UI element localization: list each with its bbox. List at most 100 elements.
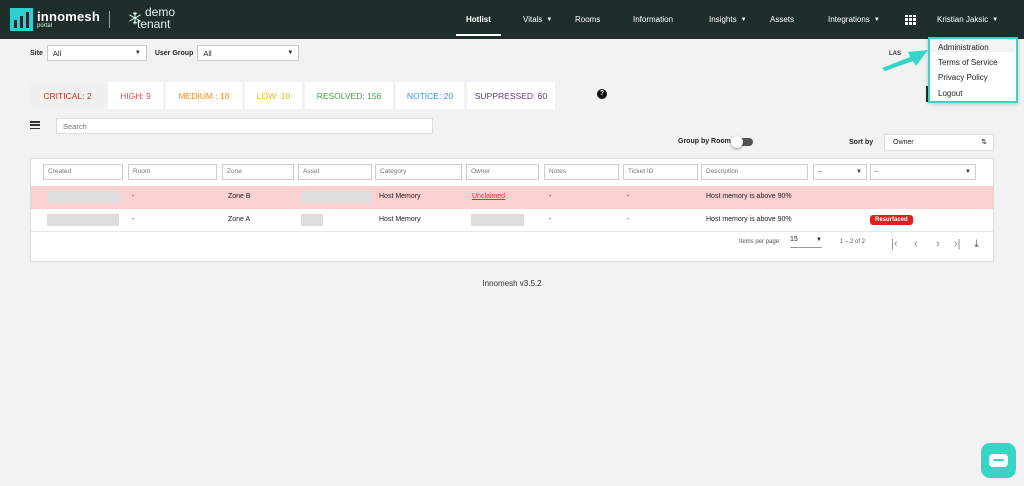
items-per-page-select[interactable]: 15 ▼ (790, 236, 822, 248)
site-select[interactable]: All ▼ (46, 45, 147, 61)
chevron-down-icon: ▼ (287, 50, 294, 56)
card-high[interactable]: HIGH: 9 (108, 82, 163, 109)
nav-hotlist-label: Hotlist (466, 15, 491, 24)
filter-asset[interactable]: Asset (298, 164, 372, 180)
site-label: Site (30, 49, 43, 57)
filter-notes[interactable]: Notes (544, 164, 619, 180)
card-resolved[interactable]: RESOLVED: 156 (305, 82, 393, 109)
grid-icon (905, 14, 916, 25)
nav-integrations-label: Integrations (828, 15, 870, 24)
nav-assets-label: Assets (770, 15, 795, 24)
category-cell: Host Memory (379, 216, 421, 223)
nav-information-label: Information (633, 15, 674, 24)
zone-cell: Zone A (228, 216, 251, 223)
card-critical[interactable]: CRITICAL: 2 (30, 82, 105, 109)
description-cell: Host memory is above 90% (706, 216, 792, 223)
sort-select-value: Owner (893, 139, 914, 146)
ticket-cell: - (627, 216, 630, 223)
apps-grid-button[interactable] (905, 0, 916, 39)
logo-name: innomesh (37, 9, 100, 24)
caret-down-icon: ▼ (740, 16, 747, 23)
nav-vitals[interactable]: Vitals ▼ (523, 0, 552, 39)
redacted-created (47, 191, 119, 203)
chat-support-button[interactable] (981, 443, 1016, 478)
menu-item-privacy-policy[interactable]: Privacy Policy (938, 73, 988, 82)
card-notice[interactable]: NOTICE: 20 (396, 82, 464, 109)
chevron-down-icon: ▼ (856, 169, 862, 175)
user-menu-toggle[interactable]: Kristian Jaksic ▼ (937, 0, 998, 39)
card-low[interactable]: LOW: 10 (245, 82, 302, 109)
filter-description-label: Description (706, 168, 739, 175)
nav-assets[interactable]: Assets (770, 0, 794, 39)
sort-select[interactable]: Owner ⇅ (884, 134, 994, 151)
filter-asset-label: Asset (303, 168, 320, 175)
ticket-cell: - (627, 193, 630, 200)
pagination-range: 1 – 2 of 2 (840, 239, 866, 245)
caret-down-icon: ▼ (992, 16, 999, 23)
filter-category-label: Category (380, 168, 407, 175)
help-icon[interactable]: ? (597, 89, 607, 99)
top-navbar: innomesh portal demo tenant Hotlist Vita… (0, 0, 1024, 39)
filter-ticket-id[interactable]: Ticket ID (623, 164, 698, 180)
nav-vitals-label: Vitals (523, 15, 543, 24)
search-input[interactable] (56, 118, 433, 134)
filter-tag-value: -- (875, 168, 880, 175)
redacted-asset (301, 191, 371, 203)
user-group-select[interactable]: All ▼ (197, 45, 300, 61)
filter-owner-label: Owner (471, 168, 491, 175)
caret-down-icon: ▼ (873, 16, 880, 23)
user-name: Kristian Jaksic (937, 15, 989, 24)
filter-description[interactable]: Description (701, 164, 808, 180)
owner-unclaimed-link[interactable]: Unclaimed (472, 193, 505, 200)
table-row[interactable]: - Zone A Host Memory - - Host memory is … (31, 209, 993, 232)
sort-direction-icon[interactable]: ⇅ (981, 138, 987, 146)
items-per-page-value: 15 (790, 236, 798, 243)
group-by-room-toggle[interactable] (731, 136, 753, 148)
nav-information[interactable]: Information (633, 0, 673, 39)
filter-room[interactable]: Room (128, 164, 217, 180)
filter-created[interactable]: Created (43, 164, 123, 180)
nav-rooms-label: Rooms (575, 15, 601, 24)
caret-down-icon: ▼ (816, 237, 822, 243)
room-cell: - (132, 193, 135, 200)
filter-category[interactable]: Category (375, 164, 462, 180)
nav-rooms[interactable]: Rooms (575, 0, 600, 39)
innomesh-logo[interactable]: innomesh portal (10, 8, 100, 31)
severity-cards: CRITICAL: 2 HIGH: 9 MEDIUM : 18 LOW: 10 … (30, 82, 555, 109)
filter-status-select[interactable]: -- ▼ (813, 164, 867, 180)
filter-zone-label: Zone (227, 168, 242, 175)
chevron-down-icon: ▼ (134, 50, 141, 56)
description-cell: Host memory is above 90% (706, 193, 792, 200)
nav-hotlist[interactable]: Hotlist (456, 0, 501, 39)
download-icon[interactable]: ⤓ (974, 238, 979, 251)
menu-icon[interactable] (30, 121, 40, 129)
menu-item-administration[interactable]: Administration (938, 43, 989, 52)
filter-status-value: -- (818, 168, 823, 175)
table-row[interactable]: - Zone B Host Memory Unclaimed - - Host … (31, 186, 993, 209)
card-low-label: LOW: 10 (256, 90, 291, 101)
filter-zone[interactable]: Zone (222, 164, 294, 180)
room-cell: - (132, 216, 135, 223)
card-suppressed-label: SUPPRESSED: 60 (474, 90, 548, 101)
card-resolved-label: RESOLVED: 156 (316, 90, 382, 101)
hotlist-table: Created Room Zone Asset Category Owner N… (30, 158, 994, 262)
filter-tag-select[interactable]: -- ▼ (870, 164, 976, 180)
logo-mark-icon (10, 8, 33, 31)
pointer-arrow-icon (882, 50, 928, 71)
menu-item-logout[interactable]: Logout (938, 89, 962, 98)
logo-divider (109, 11, 110, 28)
card-medium[interactable]: MEDIUM : 18 (166, 82, 242, 109)
filter-owner[interactable]: Owner (466, 164, 539, 180)
previous-page-icon[interactable]: ‹ (914, 238, 918, 250)
first-page-icon[interactable]: |‹ (891, 238, 898, 250)
nav-integrations[interactable]: Integrations ▼ (828, 0, 880, 39)
nav-insights[interactable]: Insights ▼ (709, 0, 747, 39)
last-page-icon[interactable]: ›| (954, 238, 961, 250)
filter-ticket-id-label: Ticket ID (628, 168, 654, 175)
card-suppressed[interactable]: SUPPRESSED: 60 (467, 82, 555, 109)
next-page-icon[interactable]: › (936, 238, 940, 250)
menu-item-terms-of-service[interactable]: Terms of Service (938, 58, 998, 67)
card-critical-label: CRITICAL: 2 (43, 90, 92, 101)
chat-icon (989, 454, 1008, 467)
user-group-select-value: All (203, 49, 212, 58)
